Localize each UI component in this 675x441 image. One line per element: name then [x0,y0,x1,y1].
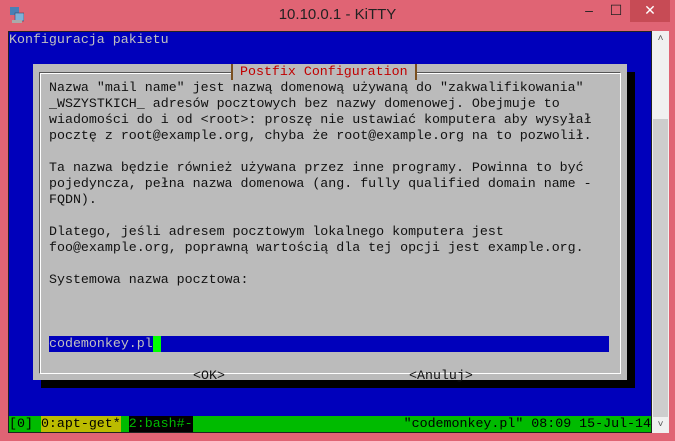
dialog-line: _WSZYSTKICH_ adresów pocztowych bez nazw… [49,96,560,111]
dialog-line: foo@example.org, poprawną wartością dla … [49,240,584,255]
tmux-status-bar: [0] 0:apt-get* 2:bash#- "codemonkey.pl" 08:… [9,416,651,432]
scroll-up-icon[interactable]: ˄ [652,33,669,44]
dialog-title: Postfix Configuration [231,64,417,80]
dialog-line: Nazwa "mail name" jest nazwą domenową uż… [49,80,584,95]
scrollbar-thumb[interactable] [653,119,668,417]
postfix-dialog: Postfix Configuration Nazwa "mail name" … [33,64,627,383]
window-title: 10.10.0.1 - KiTTY [278,6,397,23]
dialog-line: pojedyncza, pełna nazwa domenowa (ang. f… [49,176,592,191]
scroll-down-icon[interactable]: ˅ [652,419,669,430]
close-button[interactable]: ✕ [630,0,670,22]
dialog-line: Ta nazwa będzie również używana przez in… [49,160,584,175]
window-tab-bash[interactable]: 2:bash#- [128,416,193,432]
input-value: codemonkey.pl [49,336,153,351]
minimize-button[interactable]: ‒ [576,0,602,22]
scrollbar[interactable]: ˄ ˅ [652,31,669,433]
terminal[interactable]: Konfiguracja pakietu Postfix Configurati… [8,31,652,433]
window-tab-apt-get[interactable]: 0:apt-get* [40,416,121,432]
dialog-line: wiadomości do i od <root>: proszę nie us… [49,112,592,127]
cancel-button[interactable]: <Anuluj> [409,368,473,384]
status-right: "codemonkey.pl" 08:09 15-Jul-14 [403,416,651,431]
dialog-line: pocztę z root@example.org, chyba że root… [49,128,592,143]
text-cursor [152,336,161,352]
title-bar: 10.10.0.1 - KiTTY ‒ ☐ ✕ [0,0,675,30]
session-label: [0] [9,416,33,431]
mail-name-input[interactable]: codemonkey.pl [49,336,609,352]
ok-button[interactable]: <OK> [193,368,225,384]
terminal-header: Konfiguracja pakietu [9,32,169,47]
dialog-line: Dlatego, jeśli adresem pocztowym lokalne… [49,224,504,239]
input-label: Systemowa nazwa pocztowa: [49,272,249,287]
dialog-line: FQDN). [49,192,97,207]
maximize-button[interactable]: ☐ [603,0,629,22]
